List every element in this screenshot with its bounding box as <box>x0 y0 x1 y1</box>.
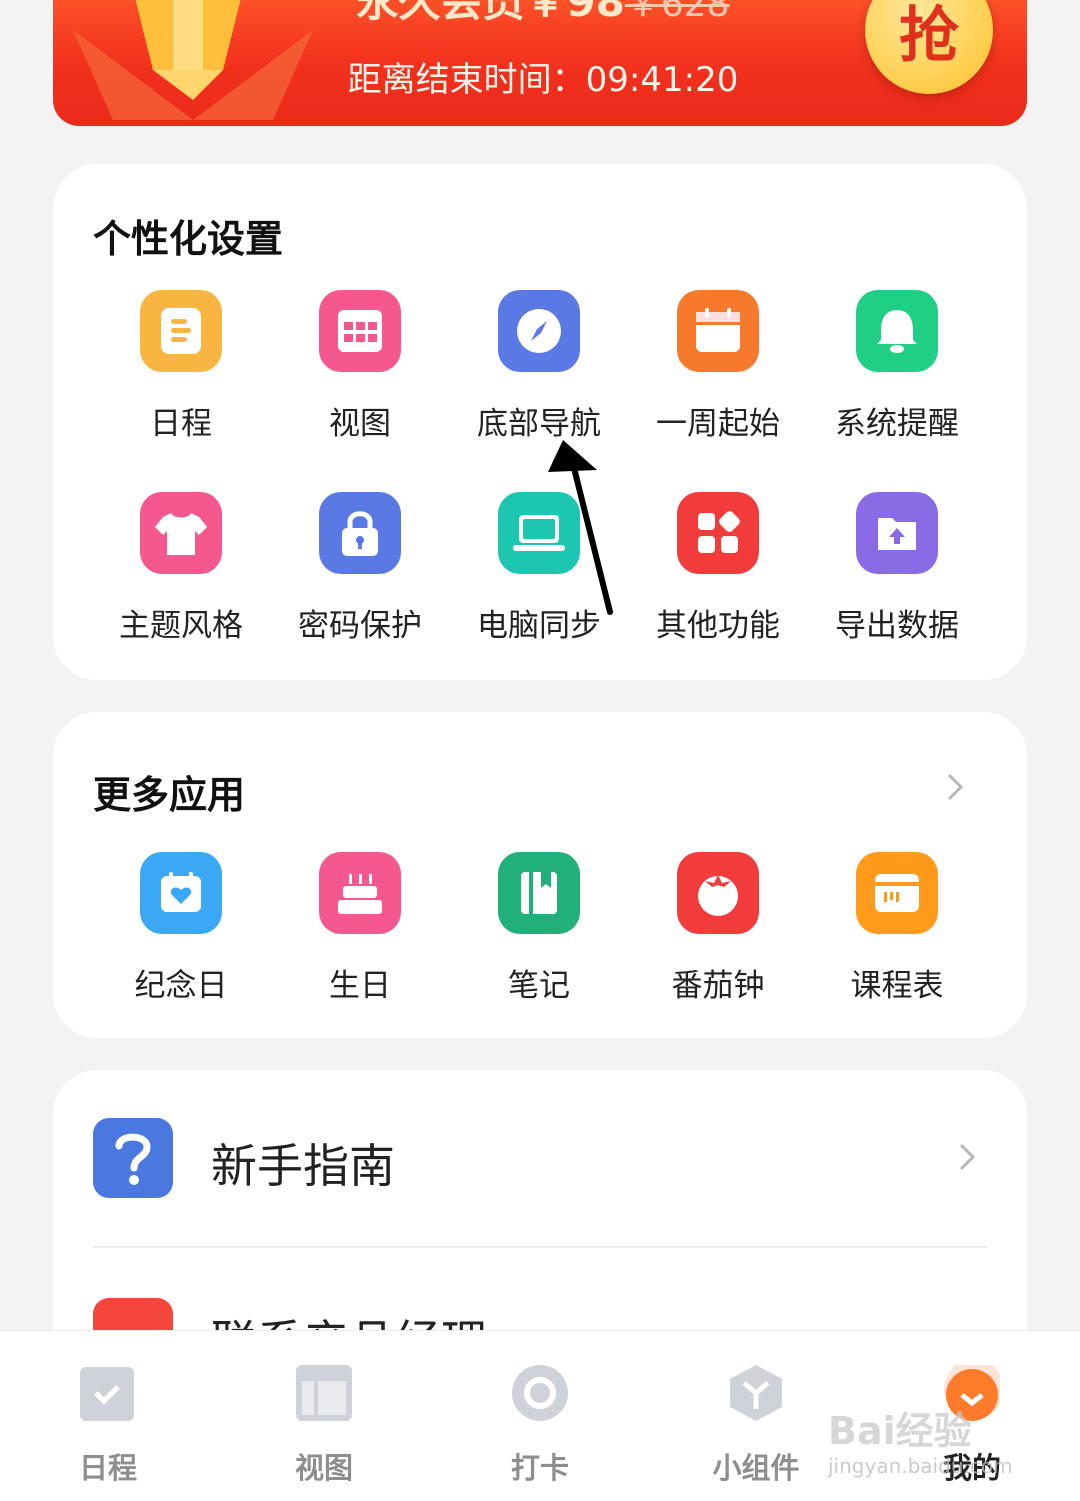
lock-icon <box>319 492 401 574</box>
tab-checkin[interactable]: 打卡 <box>432 1331 648 1501</box>
app-notes[interactable]: 笔记 <box>449 852 629 1005</box>
setting-view[interactable]: 视图 <box>270 290 450 443</box>
setting-export-data[interactable]: 导出数据 <box>807 492 987 645</box>
cake-icon <box>319 852 401 934</box>
tshirt-icon <box>140 492 222 574</box>
setting-schedule[interactable]: 日程 <box>91 290 271 443</box>
countdown: 距离结束时间：09:41:20 <box>347 60 739 100</box>
app-birthday[interactable]: 生日 <box>270 852 450 1005</box>
export-folder-icon <box>856 492 938 574</box>
calendar-icon <box>677 290 759 372</box>
setting-week-start[interactable]: 一周起始 <box>628 290 808 443</box>
setting-system-reminder[interactable]: 系统提醒 <box>807 290 987 443</box>
target-icon <box>512 1365 568 1421</box>
cube-icon <box>730 1365 782 1421</box>
personalization-card: 个性化设置 日程 视图 底部导航 一周起始 系统提醒 主题风格 密码保护 电脑同… <box>53 164 1027 680</box>
question-icon <box>93 1118 173 1198</box>
chevron-right-icon <box>959 1143 976 1171</box>
divider <box>93 1246 987 1248</box>
anniversary-icon <box>140 852 222 934</box>
bell-icon <box>856 290 938 372</box>
setting-pc-sync[interactable]: 电脑同步 <box>449 492 629 645</box>
app-anniversary[interactable]: 纪念日 <box>91 852 271 1005</box>
setting-theme[interactable]: 主题风格 <box>91 492 271 645</box>
tab-schedule[interactable]: 日程 <box>0 1331 216 1501</box>
bottom-tab-bar: 日程 视图 打卡 小组件 我的 <box>0 1330 1080 1501</box>
more-apps-card: 更多应用 纪念日 生日 笔记 番茄钟 课程表 <box>53 712 1027 1038</box>
laptop-icon <box>498 492 580 574</box>
promo-banner[interactable]: 永久会员￥98￥628 距离结束时间：09:41:20 抢 <box>53 0 1027 126</box>
layout-icon <box>296 1365 352 1421</box>
tab-view[interactable]: 视图 <box>216 1331 432 1501</box>
help-list-card: 新手指南 联系产品经理 <box>53 1070 1027 1370</box>
section-title: 更多应用 <box>93 773 246 817</box>
grab-button[interactable]: 抢 <box>865 0 993 94</box>
tab-widgets[interactable]: 小组件 <box>648 1331 864 1501</box>
apps-icon <box>677 492 759 574</box>
grid-view-icon <box>319 290 401 372</box>
profile-icon <box>944 1365 1000 1421</box>
tab-mine[interactable]: 我的 <box>864 1331 1080 1501</box>
countdown-time: 09:41:20 <box>585 60 739 100</box>
app-timetable[interactable]: 课程表 <box>807 852 987 1005</box>
tomato-icon <box>677 852 759 934</box>
setting-bottom-nav[interactable]: 底部导航 <box>449 290 629 443</box>
setting-other-features[interactable]: 其他功能 <box>628 492 808 645</box>
setting-password[interactable]: 密码保护 <box>270 492 450 645</box>
timetable-icon <box>856 852 938 934</box>
promo-title: 永久会员￥98￥628 <box>263 0 823 29</box>
section-title: 个性化设置 <box>93 217 284 261</box>
chevron-right-icon[interactable] <box>939 772 969 802</box>
old-price: ￥628 <box>624 0 730 25</box>
schedule-icon <box>140 290 222 372</box>
check-square-icon <box>80 1367 134 1421</box>
notebook-icon <box>498 852 580 934</box>
compass-icon <box>498 290 580 372</box>
app-pomodoro[interactable]: 番茄钟 <box>628 852 808 1005</box>
